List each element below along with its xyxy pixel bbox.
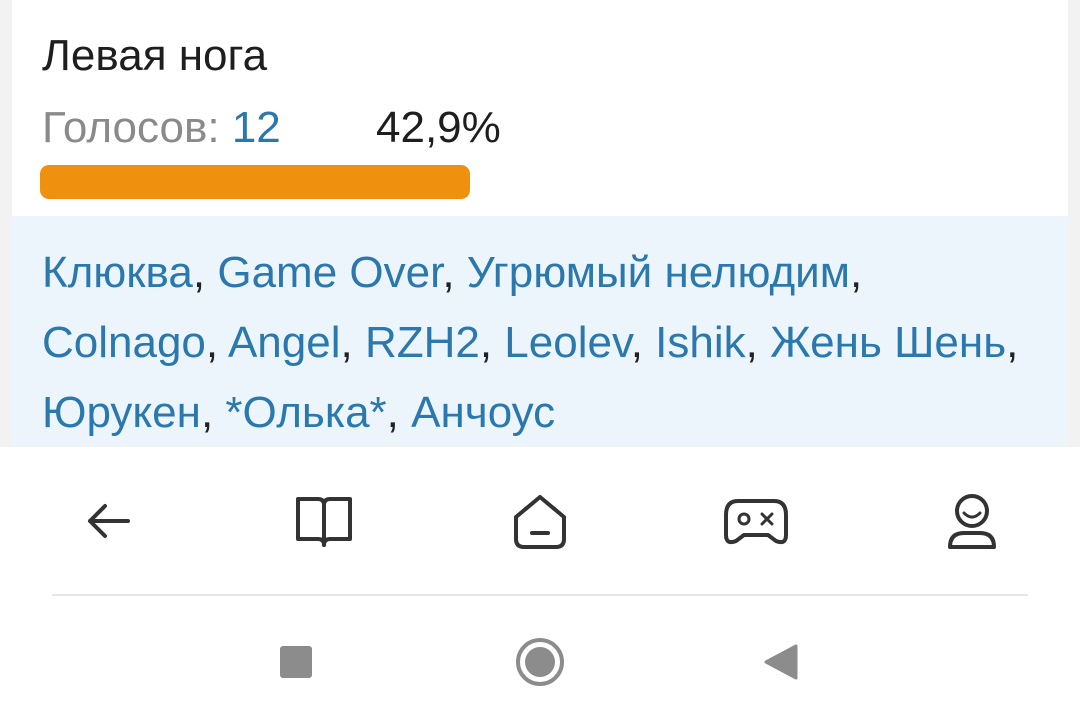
voters-panel: Клюква, Game Over, Угрюмый нелюдим, Coln… bbox=[12, 216, 1068, 446]
voter-link[interactable]: Клюква bbox=[42, 248, 193, 297]
voter-link[interactable]: RZH2 bbox=[365, 318, 480, 367]
voter-separator: , bbox=[630, 318, 656, 367]
voter-link[interactable]: Colnago bbox=[42, 318, 206, 367]
nav-games-button[interactable] bbox=[716, 483, 796, 559]
nav-back-button[interactable] bbox=[68, 483, 148, 559]
recents-square-icon bbox=[280, 646, 312, 678]
home-circle-icon bbox=[516, 638, 564, 686]
votes-label: Голосов: bbox=[42, 103, 232, 152]
voter-link[interactable]: Game Over bbox=[217, 248, 442, 297]
voter-separator: , bbox=[1006, 318, 1019, 367]
voter-link[interactable]: Юрукен bbox=[42, 388, 201, 437]
voter-link[interactable]: Leolev bbox=[504, 318, 630, 367]
system-home-button[interactable] bbox=[510, 632, 570, 692]
voter-separator: , bbox=[205, 318, 228, 367]
voter-separator: , bbox=[192, 248, 218, 297]
home-icon bbox=[514, 495, 566, 549]
votes-percent: 42,9% bbox=[376, 103, 501, 152]
app-bottom-nav bbox=[0, 447, 1080, 597]
system-back-button[interactable] bbox=[750, 632, 810, 692]
voter-link[interactable]: Ishik bbox=[655, 318, 745, 367]
voter-separator: , bbox=[340, 318, 365, 367]
poll-option-card: Левая нога Голосов: 12 42,9% Клюква, Gam… bbox=[12, 0, 1068, 446]
voter-separator: , bbox=[386, 388, 412, 437]
votes-row: Голосов: 12 42,9% bbox=[42, 100, 501, 156]
back-arrow-icon bbox=[88, 504, 130, 538]
profile-icon bbox=[948, 494, 996, 549]
system-nav-bar bbox=[0, 596, 1080, 725]
voter-link[interactable]: *Олька* bbox=[225, 388, 386, 437]
voter-link[interactable]: Угрюмый нелюдим bbox=[467, 248, 850, 297]
vote-progress-fill bbox=[40, 165, 470, 199]
voter-link[interactable]: Жень Шень bbox=[770, 318, 1006, 367]
voter-separator: , bbox=[849, 248, 863, 297]
voter-separator: , bbox=[745, 318, 771, 367]
voter-separator: , bbox=[479, 318, 505, 367]
gamepad-icon bbox=[724, 499, 788, 545]
screen: Левая нога Голосов: 12 42,9% Клюква, Gam… bbox=[0, 0, 1080, 725]
voter-link[interactable]: Angel bbox=[228, 318, 341, 367]
nav-home-button[interactable] bbox=[500, 483, 580, 559]
voter-separator: , bbox=[442, 248, 467, 297]
book-icon bbox=[296, 497, 352, 547]
nav-library-button[interactable] bbox=[284, 483, 364, 559]
system-recents-button[interactable] bbox=[266, 632, 326, 692]
nav-profile-button[interactable] bbox=[932, 483, 1012, 559]
poll-option-title: Левая нога bbox=[42, 31, 268, 80]
voter-link[interactable]: Анчоус bbox=[411, 388, 555, 437]
voters-list: Клюква, Game Over, Угрюмый нелюдим, Coln… bbox=[42, 238, 1042, 446]
back-triangle-icon bbox=[764, 644, 798, 680]
votes-count-link[interactable]: 12 bbox=[232, 103, 281, 152]
voter-separator: , bbox=[200, 388, 226, 437]
vote-progress-bar bbox=[40, 165, 470, 199]
